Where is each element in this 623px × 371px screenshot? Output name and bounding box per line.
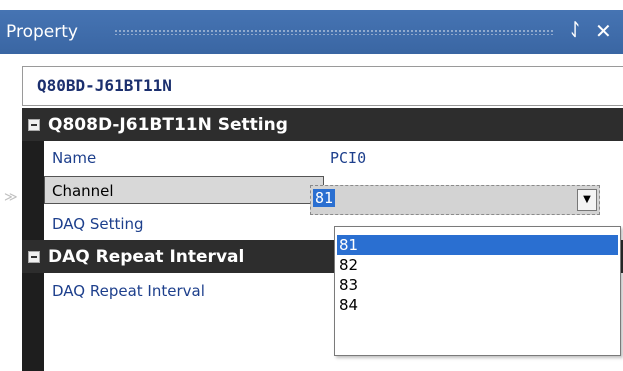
property-name: Channel — [52, 182, 114, 200]
property-value[interactable]: PCI0 — [330, 149, 366, 167]
property-name: Name — [52, 149, 97, 167]
dropdown-option[interactable]: 81 — [337, 235, 618, 255]
chevron-down-icon[interactable]: ▼ — [577, 189, 597, 211]
category-label: Q808D-J61BT11N Setting — [48, 115, 288, 135]
pin-icon[interactable]: ᛇ — [570, 20, 580, 40]
channel-dropdown-list[interactable]: 81 82 83 84 — [334, 226, 621, 356]
dropdown-option[interactable]: 84 — [337, 295, 618, 315]
category-label: DAQ Repeat Interval — [48, 247, 245, 267]
property-name: DAQ Setting — [52, 215, 144, 233]
title-bar-grip — [114, 29, 555, 35]
property-row-name[interactable]: Name PCI0 — [44, 141, 623, 175]
panel-title: Property — [6, 22, 78, 42]
close-icon[interactable]: ✕ — [595, 19, 612, 43]
property-name: DAQ Repeat Interval — [52, 282, 205, 300]
collapse-icon[interactable] — [28, 119, 40, 131]
selected-row-marker-icon: ≫ — [4, 190, 18, 205]
category-setting[interactable]: Q808D-J61BT11N Setting — [22, 108, 623, 141]
collapse-icon[interactable] — [28, 251, 40, 263]
channel-combobox-value[interactable]: 81 — [313, 189, 336, 207]
object-selector-value: Q80BD-J61BT11N — [37, 76, 172, 95]
panel-title-bar[interactable]: Property ᛇ ✕ — [0, 10, 623, 54]
object-selector[interactable]: Q80BD-J61BT11N — [22, 66, 623, 106]
dropdown-option[interactable]: 82 — [337, 255, 618, 275]
dropdown-option[interactable]: 83 — [337, 275, 618, 295]
channel-combobox[interactable]: 81 ▼ — [310, 185, 600, 215]
